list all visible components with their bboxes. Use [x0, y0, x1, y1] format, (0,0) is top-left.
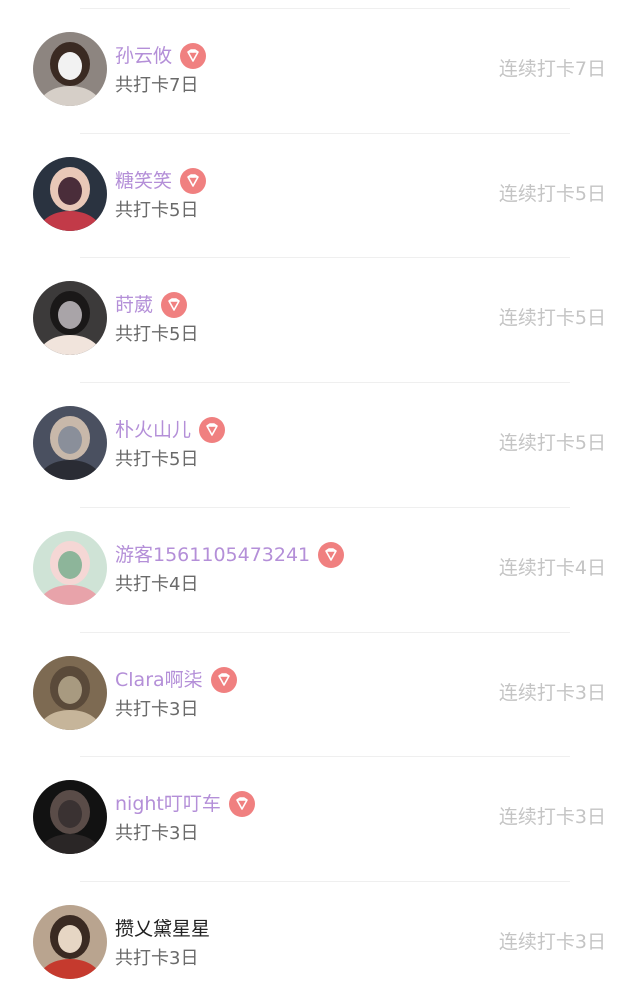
total-checkins: 共打卡5日	[115, 324, 199, 346]
list-item[interactable]: Clara啊柒共打卡3日 连续打卡3日	[0, 632, 640, 756]
avatar[interactable]	[33, 655, 107, 730]
total-checkins: 共打卡3日	[115, 823, 199, 845]
avatar[interactable]	[33, 281, 107, 356]
streak-checkins: 连续打卡7日	[498, 58, 606, 80]
user-name[interactable]: 朴火山儿	[115, 416, 191, 444]
total-checkins: 共打卡7日	[115, 75, 199, 96]
name-line: 朴火山儿	[115, 416, 226, 444]
avatar[interactable]	[33, 406, 107, 481]
name-line: 莳葳	[115, 291, 188, 319]
user-name[interactable]: 莳葳	[115, 291, 153, 319]
name-line: 孙云攸	[115, 42, 207, 70]
streak-checkins: 连续打卡5日	[498, 182, 606, 205]
list-item[interactable]: 攒乂黛星星共打卡3日 连续打卡3日	[0, 881, 640, 1005]
diamond-icon	[180, 167, 207, 194]
avatar[interactable]	[33, 530, 107, 605]
streak-checkins: 连续打卡5日	[498, 307, 606, 330]
diamond-icon	[161, 292, 188, 319]
name-line: 游客1561105473241	[115, 541, 345, 569]
checkin-list: 孙云攸 共打卡7日 连续打卡7日 糖笑笑 共打卡5日 连续打卡5日 莳葳 共打卡5日 连续打卡5…	[0, 0, 640, 988]
avatar[interactable]	[33, 156, 107, 231]
avatar[interactable]	[33, 32, 107, 106]
avatar[interactable]	[33, 904, 107, 979]
user-name[interactable]: 孙云攸	[115, 42, 172, 70]
user-name[interactable]: 游客1561105473241	[115, 541, 310, 569]
list-item[interactable]: 孙云攸共打卡7日 连续打卡7日	[0, 8, 640, 132]
name-line: Clara啊柒	[115, 666, 237, 694]
user-name[interactable]: 攒乂黛星星	[115, 915, 210, 943]
streak-checkins: 连续打卡3日	[498, 681, 606, 704]
total-checkins: 共打卡5日	[115, 449, 199, 471]
list-item[interactable]: 莳葳共打卡5日 连续打卡5日	[0, 257, 640, 381]
streak-checkins: 连续打卡4日	[498, 556, 606, 579]
total-checkins: 共打卡4日	[115, 573, 199, 595]
name-line: 攒乂黛星星	[115, 915, 210, 943]
diamond-icon	[318, 541, 345, 568]
user-name[interactable]: night叮叮车	[115, 790, 221, 818]
name-line: 糖笑笑	[115, 167, 207, 195]
list-item[interactable]: 朴火山儿共打卡5日 连续打卡5日	[0, 382, 640, 506]
list-item[interactable]: night叮叮车共打卡3日 连续打卡3日	[0, 756, 640, 880]
user-name[interactable]: 糖笑笑	[115, 167, 172, 195]
avatar[interactable]	[33, 780, 107, 855]
name-line: night叮叮车	[115, 790, 255, 818]
list-item[interactable]: 游客1561105473241 共打卡4日 连续打卡4日	[0, 507, 640, 631]
user-name[interactable]: Clara啊柒	[115, 666, 203, 694]
list-item[interactable]: 糖笑笑共打卡5日 连续打卡5日	[0, 133, 640, 257]
diamond-icon	[180, 43, 207, 69]
diamond-icon	[199, 417, 226, 444]
streak-checkins: 连续打卡3日	[498, 930, 606, 953]
diamond-icon	[228, 791, 255, 818]
streak-checkins: 连续打卡5日	[498, 432, 606, 455]
streak-checkins: 连续打卡3日	[498, 806, 606, 829]
total-checkins: 共打卡3日	[115, 698, 199, 720]
diamond-icon	[210, 666, 237, 693]
total-checkins: 共打卡5日	[115, 199, 199, 221]
total-checkins: 共打卡3日	[115, 947, 199, 969]
